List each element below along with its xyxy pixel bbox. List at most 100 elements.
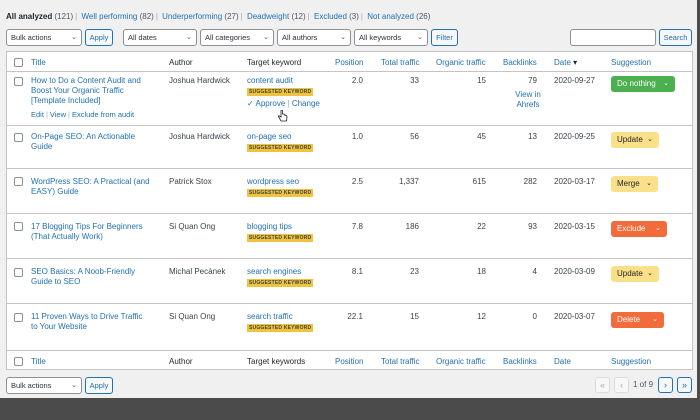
post-author: Si Quan Ong <box>169 222 216 231</box>
column-date[interactable]: Date ▾ <box>554 58 577 67</box>
column-backlinks[interactable]: Backlinks <box>503 58 537 67</box>
content-audit-screen: All analyzed (121) | Well performing (82)… <box>0 0 697 398</box>
next-page-button[interactable]: › <box>658 377 673 393</box>
keywords-select[interactable]: All keywords ⌄ <box>354 29 428 46</box>
exclude-from-audit-link[interactable]: Exclude from audit <box>72 110 134 119</box>
post-author: Joshua Hardwick <box>169 132 230 141</box>
view-link[interactable]: View <box>50 110 66 119</box>
post-title-link[interactable]: SEO Basics: A Noob-Friendly Guide to SEO <box>31 267 151 287</box>
categories-select[interactable]: All categories ⌄ <box>200 29 274 46</box>
footer-column-target-keywords: Target keywords <box>247 357 306 366</box>
footer-column-title[interactable]: Title <box>31 357 46 366</box>
post-title-link[interactable]: 11 Proven Ways to Drive Traffic to Your … <box>31 312 151 332</box>
view-not-analyzed[interactable]: Not analyzed (26) <box>367 12 430 21</box>
post-date: 2020-09-25 <box>554 132 595 141</box>
footer-column-position[interactable]: Position <box>335 357 363 366</box>
organic-traffic-value: 12 <box>477 312 486 321</box>
prev-page-button[interactable]: ‹ <box>614 377 629 393</box>
view-all-analyzed[interactable]: All analyzed (121) <box>6 12 73 21</box>
post-author: Si Quan Ong <box>169 312 216 321</box>
view-excluded[interactable]: Excluded (3) <box>314 12 359 21</box>
select-all-checkbox[interactable] <box>14 58 23 67</box>
target-keyword-link[interactable]: blogging tips <box>247 222 292 231</box>
total-traffic-value: 186 <box>405 222 419 231</box>
post-title-link[interactable]: WordPress SEO: A Practical (and EASY) Gu… <box>31 177 151 197</box>
row-checkbox[interactable] <box>14 77 23 86</box>
posts-table: Title Author Target keyword Position Tot… <box>6 51 693 370</box>
chevron-down-icon: ⌄ <box>663 80 669 87</box>
edit-link[interactable]: Edit <box>31 110 44 119</box>
chevron-down-icon: ⌄ <box>417 34 423 41</box>
suggestion-dropdown[interactable]: Update ⌄ <box>611 132 659 148</box>
target-keyword-link[interactable]: search traffic <box>247 312 293 321</box>
approve-keyword-link[interactable]: ✓ Approve <box>247 99 285 108</box>
column-suggestion[interactable]: Suggestion <box>611 58 651 67</box>
search-input[interactable] <box>570 29 656 46</box>
view-deadweight[interactable]: Deadweight (12) <box>247 12 306 21</box>
post-author: Patrick Stox <box>169 177 212 186</box>
suggested-keyword-badge: SUGGESTED KEYWORD <box>247 234 314 242</box>
organic-traffic-value: 15 <box>477 76 486 85</box>
apply-button-bottom[interactable]: Apply <box>85 377 113 394</box>
post-title-link[interactable]: 17 Blogging Tips For Beginners (That Act… <box>31 222 151 242</box>
target-keyword-link[interactable]: wordpress seo <box>247 177 299 186</box>
footer-column-backlinks[interactable]: Backlinks <box>503 357 537 366</box>
backlinks-value: 4 <box>532 267 537 276</box>
chevron-down-icon: ⌄ <box>263 34 269 41</box>
position-value: 7.8 <box>351 222 363 231</box>
column-organic-traffic[interactable]: Organic traffic <box>436 58 486 67</box>
row-actions: Edit | View | Exclude from audit <box>31 110 135 119</box>
filter-button[interactable]: Filter <box>431 29 458 46</box>
bulk-actions-select-bottom[interactable]: Bulk actions ⌄ <box>6 377 82 394</box>
post-title-link[interactable]: How to Do a Content Audit and Boost Your… <box>31 76 151 106</box>
change-keyword-link[interactable]: Change <box>292 99 320 108</box>
suggested-keyword-badge: SUGGESTED KEYWORD <box>247 189 314 197</box>
suggestion-dropdown[interactable]: Exclude ⌄ <box>611 221 667 237</box>
view-well-performing[interactable]: Well performing (82) <box>81 12 153 21</box>
suggestion-dropdown[interactable]: Do nothing ⌄ <box>611 76 675 92</box>
post-title-link[interactable]: On-Page SEO: An Actionable Guide <box>31 132 151 152</box>
total-traffic-value: 15 <box>410 312 419 321</box>
row-checkbox[interactable] <box>14 222 23 231</box>
total-traffic-value: 33 <box>410 76 419 85</box>
search-button[interactable]: Search <box>659 29 692 46</box>
authors-select[interactable]: All authors ⌄ <box>277 29 351 46</box>
view-filter-links: All analyzed (121) | Well performing (82)… <box>6 12 431 21</box>
row-checkbox[interactable] <box>14 313 23 322</box>
suggested-keyword-badge: SUGGESTED KEYWORD <box>247 324 314 332</box>
view-underperforming[interactable]: Underperforming (27) <box>162 12 239 21</box>
total-traffic-value: 56 <box>410 132 419 141</box>
footer-column-total-traffic[interactable]: Total traffic <box>381 357 420 366</box>
last-page-button[interactable]: » <box>677 377 692 393</box>
bulk-actions-select[interactable]: Bulk actions ⌄ <box>6 29 82 46</box>
chevron-down-icon: ⌄ <box>71 34 77 41</box>
target-keyword-link[interactable]: search engines <box>247 267 301 276</box>
post-date: 2020-03-09 <box>554 267 595 276</box>
view-in-ahrefs-link[interactable]: View in Ahrefs <box>513 90 543 110</box>
footer-column-author: Author <box>169 357 193 366</box>
post-author: Michal Pecánek <box>169 267 226 276</box>
row-checkbox[interactable] <box>14 268 23 277</box>
row-checkbox[interactable] <box>14 177 23 186</box>
column-position[interactable]: Position <box>335 58 363 67</box>
footer-column-organic-traffic[interactable]: Organic traffic <box>436 357 486 366</box>
apply-button[interactable]: Apply <box>85 29 113 46</box>
chevron-down-icon: ⌄ <box>646 180 652 187</box>
dates-select[interactable]: All dates ⌄ <box>123 29 197 46</box>
position-value: 2.0 <box>351 76 363 85</box>
suggestion-dropdown[interactable]: Merge ⌄ <box>611 176 658 192</box>
target-keyword-link[interactable]: content audit <box>247 76 293 85</box>
suggestion-dropdown[interactable]: Delete ⌄ <box>611 312 664 328</box>
footer-column-suggestion[interactable]: Suggestion <box>611 357 651 366</box>
row-divider <box>7 303 692 304</box>
row-checkbox[interactable] <box>14 133 23 142</box>
target-keyword-link[interactable]: on-page seo <box>247 132 291 141</box>
position-value: 2.5 <box>351 177 363 186</box>
column-title[interactable]: Title <box>31 58 46 67</box>
select-all-checkbox-footer[interactable] <box>14 357 23 366</box>
row-divider <box>7 125 692 126</box>
footer-column-date[interactable]: Date <box>554 357 571 366</box>
suggestion-dropdown[interactable]: Update ⌄ <box>611 266 659 282</box>
first-page-button[interactable]: « <box>595 377 610 393</box>
column-total-traffic[interactable]: Total traffic <box>381 58 420 67</box>
